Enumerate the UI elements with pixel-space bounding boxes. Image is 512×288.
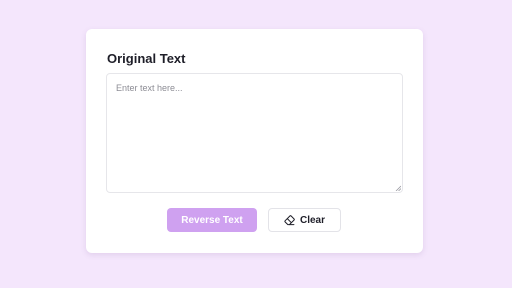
- text-reverser-card: Original Text Reverse Text Clear: [86, 29, 423, 253]
- original-text-input[interactable]: [107, 74, 402, 192]
- card-title: Original Text: [107, 51, 186, 66]
- eraser-icon: [284, 214, 295, 225]
- clear-button[interactable]: Clear: [268, 208, 341, 232]
- reverse-text-label: Reverse Text: [181, 214, 243, 226]
- clear-label: Clear: [299, 214, 325, 226]
- resize-handle-icon[interactable]: [395, 185, 401, 191]
- reverse-text-button[interactable]: Reverse Text: [167, 208, 257, 232]
- textarea-container: [106, 73, 403, 193]
